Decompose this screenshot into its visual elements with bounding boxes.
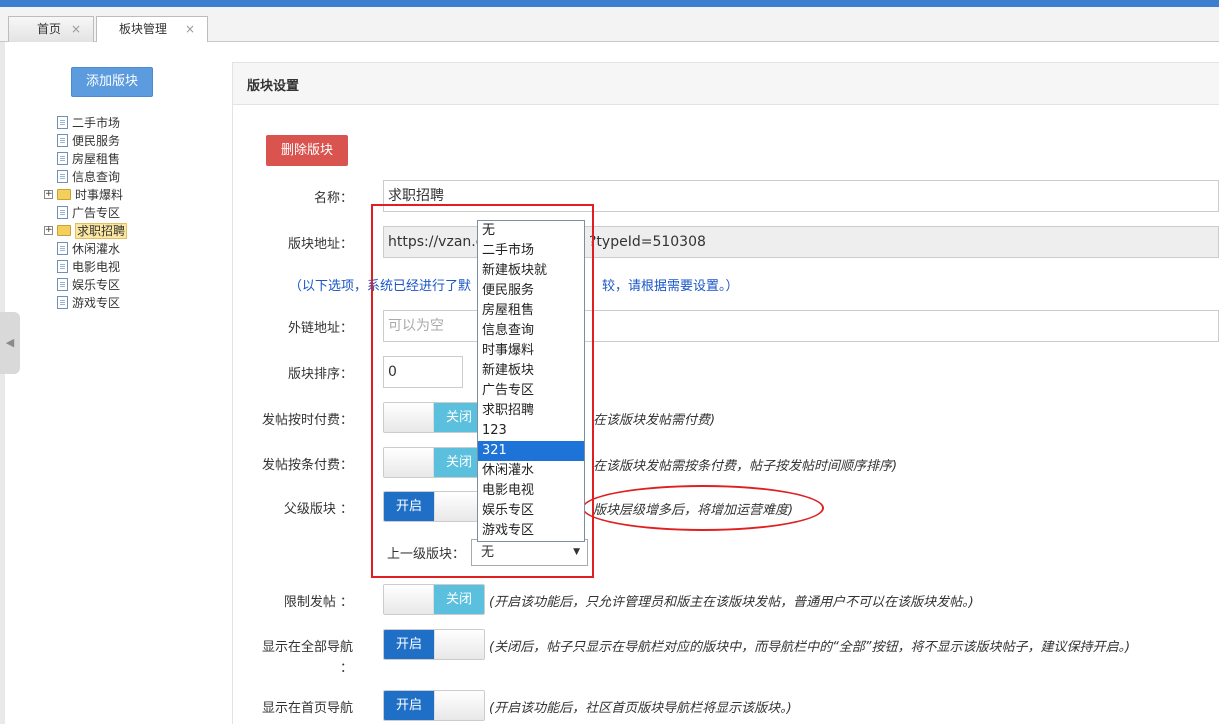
document-icon — [57, 134, 68, 147]
tree-item-label: 休闲灌水 — [72, 242, 121, 256]
annotation-box — [371, 204, 594, 578]
annotation-ellipse — [582, 485, 824, 531]
tab-board-management-label: 板块管理 — [119, 22, 168, 36]
tree-item[interactable]: 电影电视 — [57, 258, 120, 276]
show-all-nav-toggle[interactable]: 开启 — [383, 629, 485, 660]
tree-item-label: 求职招聘 — [75, 223, 128, 239]
document-icon — [57, 206, 68, 219]
toggle-state: 开启 — [384, 630, 434, 659]
tree-item-label: 房屋租售 — [72, 152, 121, 166]
add-board-button[interactable]: 添加版块 — [71, 67, 153, 97]
notice-text-tail: 较，请根据需要设置。） — [602, 279, 739, 294]
expand-icon[interactable]: + — [44, 190, 53, 199]
top-accent-bar — [0, 0, 1219, 7]
tree-item[interactable]: 便民服务 — [57, 132, 120, 150]
show-all-nav-hint: (关闭后，帖子只显示在导航栏对应的版块中，而导航栏中的“全部”按钮，将不显示该版… — [489, 640, 1131, 655]
tree-item[interactable]: 信息查询 — [57, 168, 120, 186]
document-icon — [57, 260, 68, 273]
time-pay-label: 发帖按时付费： — [261, 413, 353, 428]
name-label: 名称： — [313, 191, 353, 206]
document-icon — [57, 278, 68, 291]
tree-item-label: 时事爆料 — [75, 188, 124, 202]
toggle-knob — [434, 630, 484, 659]
show-home-nav-hint: (开启该功能后，社区首页版块导航栏将显示该版块。) — [489, 701, 792, 716]
panel-title: 版块设置 — [247, 79, 300, 94]
tab-strip: 首页 × 板块管理 × — [0, 7, 1219, 43]
url-label: 版块地址： — [287, 237, 353, 252]
panel-header: 版块设置 — [233, 63, 1219, 105]
tree-item-label: 信息查询 — [72, 170, 121, 184]
document-icon — [57, 296, 68, 309]
tree-item-label: 游戏专区 — [72, 296, 121, 310]
tree-item[interactable]: 娱乐专区 — [57, 276, 120, 294]
tab-home[interactable]: 首页 × — [8, 16, 94, 42]
parent-board-label: 父级版块 ： — [283, 502, 353, 517]
folder-icon — [57, 189, 71, 200]
tree-item[interactable]: 休闲灌水 — [57, 240, 120, 258]
show-all-nav-colon: ： — [340, 661, 354, 676]
tab-home-label: 首页 — [37, 22, 62, 36]
tree-item-label: 广告专区 — [72, 206, 121, 220]
show-home-nav-label: 显示在首页导航 — [261, 701, 353, 716]
count-pay-hint: 在该版块发帖需按条付费，帖子按发帖时间顺序排序) — [593, 459, 898, 474]
document-icon — [57, 170, 68, 183]
tree-item-label: 便民服务 — [72, 134, 121, 148]
toggle-state: 关闭 — [434, 585, 484, 614]
tree-item-selected[interactable]: + 求职招聘 — [44, 222, 128, 240]
toggle-state: 开启 — [384, 691, 434, 720]
restrict-post-toggle[interactable]: 关闭 — [383, 584, 485, 615]
tree-item[interactable]: 房屋租售 — [57, 150, 120, 168]
restrict-post-hint: (开启该功能后，只允许管理员和版主在该版块发帖，普通用户不可以在该版块发帖。) — [489, 595, 974, 610]
tree-item-label: 电影电视 — [72, 260, 121, 274]
show-all-nav-label: 显示在全部导航 — [261, 640, 353, 655]
external-link-label: 外链地址： — [287, 321, 353, 336]
tab-board-management-close-icon[interactable]: × — [185, 17, 195, 41]
tree-item[interactable]: + 时事爆料 — [44, 186, 124, 204]
toggle-knob — [384, 585, 434, 614]
tree-item[interactable]: 游戏专区 — [57, 294, 120, 312]
tab-board-management[interactable]: 板块管理 × — [96, 16, 208, 43]
chevron-left-icon: ◀ — [5, 336, 15, 349]
tree-item-label: 娱乐专区 — [72, 278, 121, 292]
time-pay-hint: 在该版块发帖需付费) — [593, 413, 716, 428]
document-icon — [57, 152, 68, 165]
count-pay-label: 发帖按条付费： — [261, 458, 353, 473]
tab-home-close-icon[interactable]: × — [71, 17, 81, 41]
tree-item-label: 二手市场 — [72, 116, 121, 130]
document-icon — [57, 116, 68, 129]
expand-icon[interactable]: + — [44, 226, 53, 235]
tree-item[interactable]: 广告专区 — [57, 204, 120, 222]
tree-item[interactable]: 二手市场 — [57, 114, 120, 132]
folder-icon — [57, 225, 71, 236]
show-home-nav-toggle[interactable]: 开启 — [383, 690, 485, 721]
restrict-post-label: 限制发帖 ： — [283, 595, 353, 610]
sidebar: 添加版块 二手市场 便民服务 房屋租售 信息查询 + 时事爆料 广告专区 + 求… — [5, 42, 215, 724]
document-icon — [57, 242, 68, 255]
url-input-value-tail: ?typeId=510308 — [589, 234, 706, 250]
sort-label: 版块排序： — [287, 367, 353, 382]
sidebar-collapse-handle[interactable]: ◀ — [0, 312, 20, 374]
toggle-knob — [434, 691, 484, 720]
name-input-value: 求职招聘 — [388, 188, 444, 204]
delete-board-button[interactable]: 删除版块 — [266, 135, 348, 166]
